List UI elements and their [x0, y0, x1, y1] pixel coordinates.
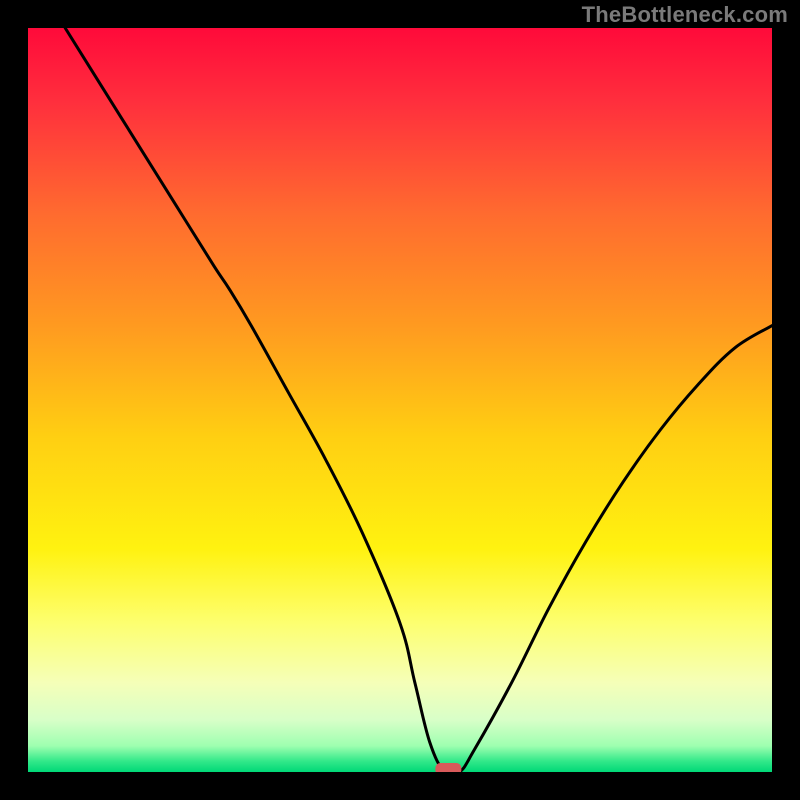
bottleneck-chart	[0, 0, 800, 800]
watermark-text: TheBottleneck.com	[582, 2, 788, 28]
chart-frame: TheBottleneck.com	[0, 0, 800, 800]
plot-area-gradient	[28, 28, 772, 772]
optimal-marker	[435, 763, 461, 775]
